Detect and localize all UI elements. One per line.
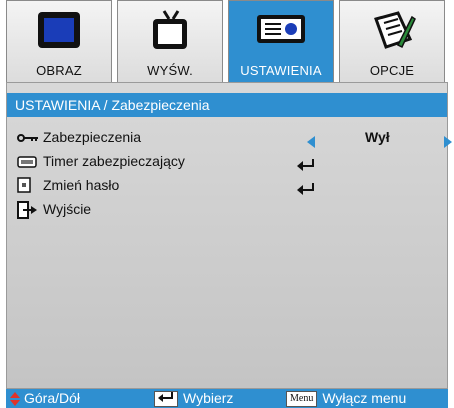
enter-key-icon <box>154 390 178 407</box>
tab-bar: OBRAZ WYŚW. USTAWIENIA OPCJE <box>6 0 448 82</box>
exit-row[interactable]: Wyjście <box>17 198 437 220</box>
key-icon <box>17 129 39 151</box>
menu-hint-label: Wyłącz menu <box>322 390 407 406</box>
timer-label: Timer zabezpieczający <box>43 153 185 169</box>
exit-icon <box>17 201 37 225</box>
tab-ustawienia-label: USTAWIENIA <box>240 63 322 78</box>
timer-row[interactable]: Timer zabezpieczający <box>17 150 437 172</box>
options-pen-icon <box>368 9 416 58</box>
password-icon <box>17 177 31 199</box>
tab-obraz[interactable]: OBRAZ <box>6 0 112 82</box>
menu-hint: Menu Wyłącz menu <box>286 389 406 408</box>
footer-bar: Góra/Dół Wybierz Menu Wyłącz menu <box>6 389 448 408</box>
change-password-label: Zmień hasło <box>43 177 120 193</box>
monitor-icon <box>35 9 83 56</box>
tab-wysw[interactable]: WYŚW. <box>117 0 223 82</box>
nav-hint: Góra/Dół <box>10 389 80 408</box>
tab-opcje[interactable]: OPCJE <box>339 0 445 82</box>
security-value: Wył <box>365 129 390 145</box>
breadcrumb: USTAWIENIA / Zabezpieczenia <box>7 93 447 117</box>
tab-obraz-label: OBRAZ <box>36 63 82 78</box>
up-down-icon <box>10 391 20 406</box>
exit-label: Wyjście <box>43 201 92 217</box>
tab-wysw-label: WYŚW. <box>147 63 193 78</box>
projector-icon <box>251 9 311 54</box>
tab-ustawienia[interactable]: USTAWIENIA <box>228 0 334 82</box>
change-password-row[interactable]: Zmień hasło <box>17 174 437 196</box>
security-label: Zabezpieczenia <box>43 129 142 145</box>
nav-hint-label: Góra/Dół <box>24 390 81 406</box>
timer-icon <box>17 153 37 175</box>
arrow-right-icon[interactable] <box>444 132 452 154</box>
tab-opcje-label: OPCJE <box>369 63 415 78</box>
osd-menu: OBRAZ WYŚW. USTAWIENIA OPCJE USTAWIENIA … <box>0 0 454 408</box>
select-hint: Wybierz <box>154 389 233 408</box>
menu-key: Menu <box>286 390 318 407</box>
tv-icon <box>146 9 194 58</box>
settings-panel: USTAWIENIA / Zabezpieczenia Zabezpieczen… <box>6 82 452 389</box>
select-hint-label: Wybierz <box>183 390 234 406</box>
security-row[interactable]: Zabezpieczenia Wył <box>17 126 452 151</box>
